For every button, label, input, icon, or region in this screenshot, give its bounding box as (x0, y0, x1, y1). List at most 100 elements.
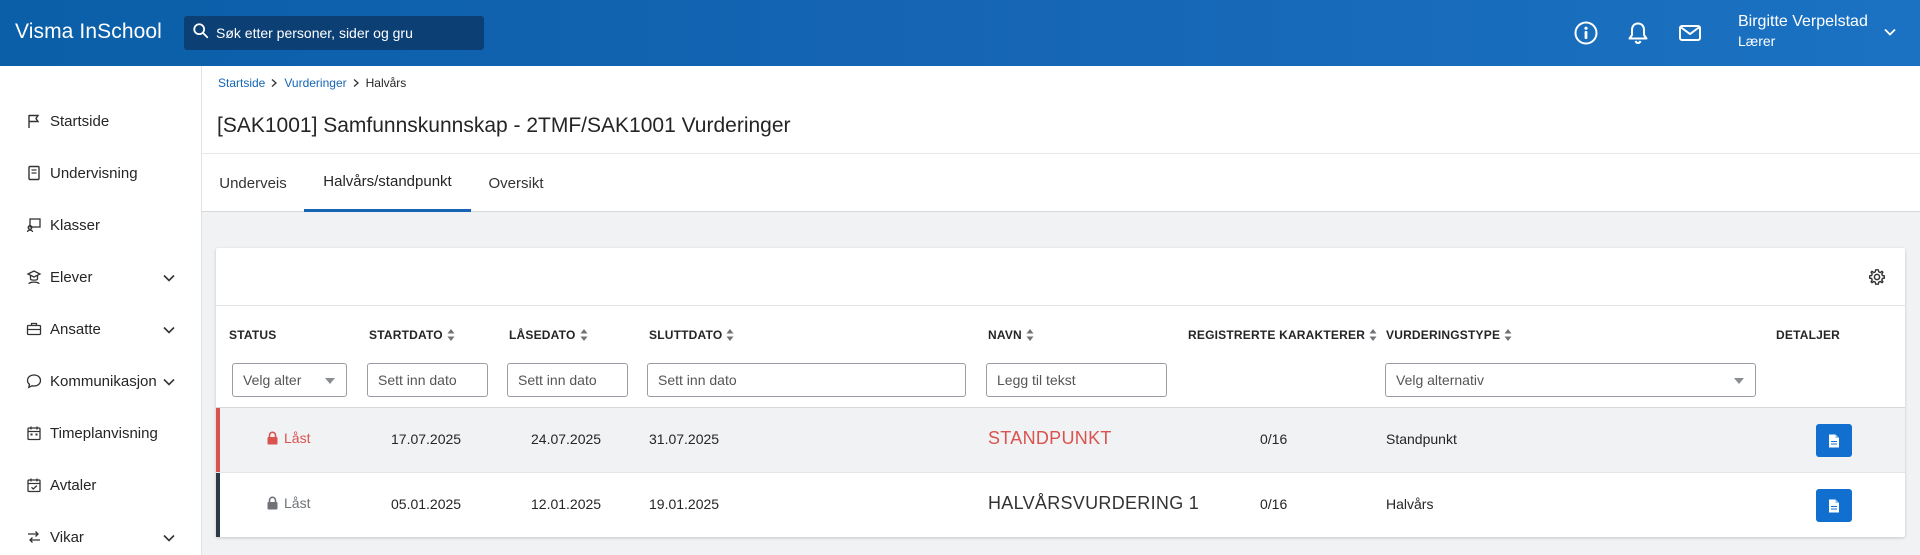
sort-icon[interactable] (726, 328, 734, 342)
sidebar-item-ansatte[interactable]: Ansatte (0, 309, 202, 349)
sort-icon[interactable] (1504, 328, 1512, 342)
flag-icon (26, 113, 42, 129)
chevron-right-icon (271, 79, 278, 87)
user-role: Lærer (1738, 33, 1776, 49)
bell-icon[interactable] (1623, 18, 1653, 48)
sort-icon[interactable] (1026, 328, 1034, 342)
chevron-down-icon[interactable] (161, 270, 177, 286)
search-input[interactable] (216, 25, 466, 41)
column-header-label: REGISTRERTE KARAKTERER (1188, 328, 1366, 342)
tab-bar: Underveis Halvårs/standpunkt Oversikt (202, 154, 1920, 212)
vurderingstype-cell: Halvårs (1386, 496, 1434, 512)
sidebar-item-timeplanvisning[interactable]: Timeplanvisning (0, 413, 202, 453)
lasedato-filter-input[interactable] (507, 363, 628, 397)
registrerte-karakterer-cell: 0/16 (1260, 431, 1288, 447)
registrerte-karakterer-cell: 0/16 (1260, 496, 1288, 512)
column-header-label: DETALJER (1776, 328, 1841, 342)
startdato-cell: 05.01.2025 (391, 496, 462, 512)
page-title: [SAK1001] Samfunnskunnskap - 2TMF/SAK100… (217, 114, 791, 137)
breadcrumb-link-startside[interactable]: Startside (218, 76, 265, 90)
sidebar-item-label: Vikar (50, 528, 84, 546)
details-button[interactable] (1816, 424, 1852, 457)
sidebar-item-vikar[interactable]: Vikar (0, 517, 202, 555)
breadcrumb-link-vurderinger[interactable]: Vurderinger (284, 76, 346, 90)
sort-icon[interactable] (1369, 328, 1377, 342)
startdato-cell: 17.07.2025 (391, 431, 462, 447)
tab-oversikt[interactable]: Oversikt (471, 154, 561, 212)
navn-cell[interactable]: STANDPUNKT (988, 428, 1112, 449)
info-icon[interactable] (1571, 18, 1601, 48)
students-icon (26, 269, 42, 285)
chevron-down-icon[interactable] (161, 374, 177, 390)
tab-halvars-standpunkt[interactable]: Halvårs/standpunkt (304, 154, 471, 212)
breadcrumb-current: Halvårs (365, 76, 407, 90)
sidebar-item-avtaler[interactable]: Avtaler (0, 465, 202, 505)
status-label: Låst (284, 495, 311, 511)
chevron-down-icon[interactable] (1882, 24, 1898, 40)
calendar-icon (26, 425, 42, 441)
sidebar-item-startside[interactable]: Startside (0, 101, 202, 141)
swap-icon (26, 529, 42, 545)
assessment-table-card: STATUS STARTDATO LÅSEDATO SLUTTDATO NAVN… (216, 248, 1905, 537)
sluttdato-filter-input[interactable] (647, 363, 966, 397)
sluttdato-cell: 31.07.2025 (649, 431, 720, 447)
sidebar-item-label: Elever (50, 268, 93, 286)
row-status-indicator (216, 473, 220, 537)
chevron-down-icon[interactable] (161, 322, 177, 338)
page-header: Startside Vurderinger Halvårs [SAK1001] … (202, 66, 1920, 154)
chevron-right-icon (353, 79, 359, 87)
navn-filter-input[interactable] (986, 363, 1167, 397)
user-name: Birgitte Verpelstad (1738, 13, 1868, 30)
vurderingstype-filter-value: Velg alternativ (1396, 372, 1484, 388)
class-icon (26, 217, 42, 233)
tab-underveis[interactable]: Underveis (202, 154, 304, 212)
sidebar-item-klasser[interactable]: Klasser (0, 205, 202, 245)
sluttdato-cell: 19.01.2025 (649, 496, 720, 512)
briefcase-icon (26, 321, 42, 337)
column-header-label: LÅSEDATO (509, 328, 576, 342)
gear-icon[interactable] (1868, 268, 1886, 286)
vurderingstype-filter-select[interactable]: Velg alternativ (1385, 363, 1756, 397)
column-header-startdato[interactable]: STARTDATO (369, 328, 455, 342)
column-header-label: STATUS (229, 328, 277, 342)
sort-icon[interactable] (447, 328, 455, 342)
status-cell: Låst (266, 495, 310, 511)
table-row[interactable]: Låst 05.01.2025 12.01.2025 19.01.2025 HA… (216, 472, 1905, 537)
sidebar-item-kommunikasjon[interactable]: Kommunikasjon (0, 361, 202, 401)
sidebar: Startside Undervisning Klasser Elever An… (0, 66, 202, 555)
caret-down-icon (325, 378, 335, 384)
navn-cell[interactable]: HALVÅRSVURDERING 1 (988, 493, 1199, 514)
status-label: Låst (284, 430, 311, 446)
book-icon (26, 165, 42, 181)
column-header-status: STATUS (229, 328, 276, 342)
user-menu[interactable]: Birgitte Verpelstad Lærer (1738, 13, 1868, 49)
column-header-vurderingstype[interactable]: VURDERINGSTYPE (1386, 328, 1512, 342)
table-toolbar (216, 248, 1905, 306)
startdato-filter-input[interactable] (367, 363, 488, 397)
column-header-detaljer: DETALJER (1776, 328, 1840, 342)
column-header-navn[interactable]: NAVN (988, 328, 1034, 342)
app-logo[interactable]: Visma InSchool (15, 20, 162, 44)
status-cell: Låst (266, 430, 310, 446)
column-header-registrerte-karakterer[interactable]: REGISTRERTE KARAKTERER (1188, 328, 1377, 342)
sidebar-item-elever[interactable]: Elever (0, 257, 202, 297)
sort-icon[interactable] (580, 328, 588, 342)
details-button[interactable] (1816, 489, 1852, 522)
document-icon (1829, 499, 1839, 512)
top-bar: Visma InSchool Birgitte Verpelstad Lærer (0, 0, 1920, 66)
sidebar-item-label: Kommunikasjon (50, 372, 157, 390)
mail-icon[interactable] (1675, 18, 1705, 48)
sidebar-item-label: Timeplanvisning (50, 424, 158, 442)
sidebar-item-undervisning[interactable]: Undervisning (0, 153, 202, 193)
column-header-label: VURDERINGSTYPE (1386, 328, 1501, 342)
column-header-label: STARTDATO (369, 328, 443, 342)
global-search[interactable] (184, 16, 484, 50)
table-row[interactable]: Låst 17.07.2025 24.07.2025 31.07.2025 ST… (216, 408, 1905, 472)
column-header-lasedato[interactable]: LÅSEDATO (509, 328, 588, 342)
chat-icon (26, 373, 42, 389)
sidebar-item-label: Undervisning (50, 164, 138, 182)
chevron-down-icon[interactable] (161, 530, 177, 546)
sidebar-item-label: Startside (50, 112, 110, 130)
column-header-sluttdato[interactable]: SLUTTDATO (649, 328, 734, 342)
status-filter-select[interactable]: Velg alter (232, 363, 347, 397)
